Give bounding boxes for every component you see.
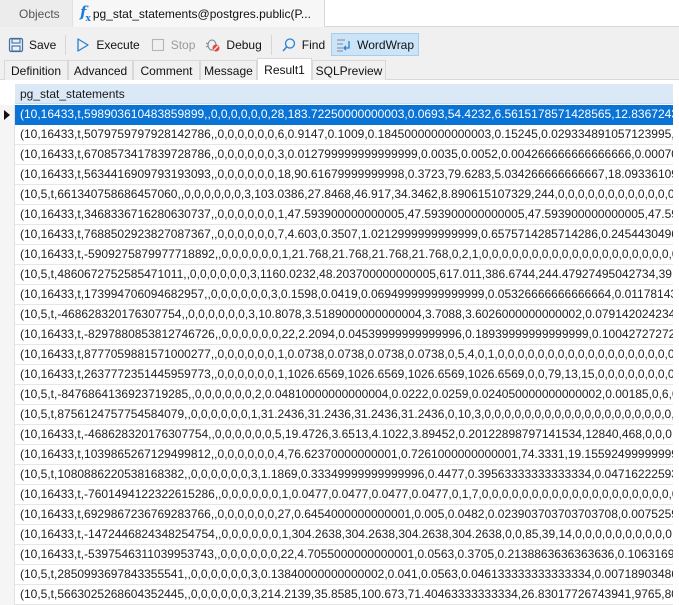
table-row[interactable]: (10,16433,t,-5397546311039953743,,0,0,0,… [15, 545, 673, 565]
table-row[interactable]: (10,16433,t,-8297880853812746726,,0,0,0,… [15, 325, 673, 345]
table-row[interactable]: (10,16433,t,7688502923827087367,,0,0,0,0… [15, 225, 673, 245]
document-tab-bar: Objects fx pg_stat_statements@postgres.p… [0, 0, 679, 28]
stop-label: Stop [170, 37, 196, 52]
tab-advanced[interactable]: Advanced [68, 60, 133, 80]
result-grid: pg_stat_statements (10,16433,t,598903610… [0, 80, 679, 605]
tab-result-1-label: Result1 [264, 62, 305, 77]
execute-button[interactable]: Execute [71, 33, 143, 56]
tab-result-1[interactable]: Result1 [257, 58, 312, 80]
tab-sql-preview[interactable]: SQLPreview [312, 60, 386, 80]
stop-button[interactable]: Stop [146, 33, 200, 56]
table-row[interactable]: (10,16433,t,-1472446824348254754,,0,0,0,… [15, 525, 673, 545]
save-button[interactable]: Save [4, 33, 60, 56]
editor-toolbar: Save Execute Stop Debug Find WordWrap [0, 31, 679, 58]
table-row[interactable]: (10,16433,t,6708573417839728786,,0,0,0,0… [15, 145, 673, 165]
toolbar-divider [65, 34, 67, 55]
tab-definition-label: Definition [10, 63, 62, 78]
editor-sub-tabs: Definition Advanced Comment Message Resu… [0, 58, 679, 80]
table-row[interactable]: (10,16433,t,-5909275879977718892,,0,0,0,… [15, 245, 673, 265]
column-header-label: pg_stat_statements [20, 86, 125, 101]
table-row[interactable]: (10,5,t,-468628320176307754,,0,0,0,0,0,0… [15, 305, 673, 325]
table-row[interactable]: (10,5,t,2850993697843355541,,0,0,0,0,0,0… [15, 565, 673, 585]
tab-comment-label: Comment [140, 63, 193, 78]
save-icon [8, 37, 24, 53]
function-icon: fx [80, 3, 91, 24]
table-row[interactable]: (10,5,t,5663025268604352445,,0,0,0,0,0,0… [15, 585, 673, 605]
table-row[interactable]: (10,5,t,-8476864136923719285,,0,0,0,0,0,… [15, 385, 673, 405]
table-row[interactable]: (10,16433,t,598903610483859899,,0,0,0,0,… [15, 105, 673, 125]
table-row[interactable]: (10,16433,t,3468336716280630737,,0,0,0,0… [15, 205, 673, 225]
row-indicator-gutter [0, 105, 15, 605]
table-row[interactable]: (10,5,t,8756124757754584079,,0,0,0,0,0,0… [15, 405, 673, 425]
table-row[interactable]: (10,5,t,4860672752585471011,,0,0,0,0,0,0… [15, 265, 673, 285]
result-rows: (10,16433,t,598903610483859899,,0,0,0,0,… [15, 105, 679, 605]
tab-query-editor[interactable]: fx pg_stat_statements@postgres.public(P.… [73, 0, 324, 27]
tab-objects-label: Objects [19, 6, 60, 21]
column-header-pg-stat-statements[interactable]: pg_stat_statements [15, 84, 673, 104]
table-row[interactable]: (10,16433,t,-7601494122322615286,,0,0,0,… [15, 485, 673, 505]
word-wrap-label: WordWrap [357, 37, 415, 52]
execute-label: Execute [96, 37, 140, 52]
table-row[interactable]: (10,16433,t,2637772351445959773,,0,0,0,0… [15, 365, 673, 385]
bug-icon [205, 37, 221, 53]
play-icon [75, 37, 91, 53]
tab-bar-empty-area [324, 0, 679, 27]
current-row-arrow-icon [4, 110, 10, 120]
table-row[interactable]: (10,5,t,661340758686457060,,0,0,0,0,0,0,… [15, 185, 673, 205]
tab-advanced-label: Advanced [73, 63, 128, 78]
table-row[interactable]: (10,5,t,1080886220538168382,,0,0,0,0,0,0… [15, 465, 673, 485]
find-button[interactable]: Find [277, 33, 329, 56]
table-row[interactable]: (10,16433,t,1039865267129499812,,0,0,0,0… [15, 445, 673, 465]
tab-objects[interactable]: Objects [0, 0, 73, 27]
save-label: Save [29, 37, 57, 52]
table-row[interactable]: (10,16433,t,8777059881571000277,,0,0,0,0… [15, 345, 673, 365]
grid-right-edge [673, 84, 679, 605]
tab-message-label: Message [204, 63, 253, 78]
table-row[interactable]: (10,16433,t,-468628320176307754,,0,0,0,0… [15, 425, 673, 445]
search-icon [281, 37, 297, 53]
tab-definition[interactable]: Definition [4, 60, 68, 80]
table-row[interactable]: (10,16433,t,5634416909793193093,,0,0,0,0… [15, 165, 673, 185]
table-row[interactable]: (10,16433,t,6929867236769283766,,0,0,0,0… [15, 505, 673, 525]
tab-comment[interactable]: Comment [133, 60, 200, 80]
find-label: Find [301, 37, 326, 52]
tab-sql-preview-label: SQLPreview [315, 63, 383, 78]
debug-label: Debug [226, 37, 262, 52]
table-row[interactable]: (10,16433,t,173994706094682957,,0,0,0,0,… [15, 285, 673, 305]
toolbar-divider [270, 34, 272, 55]
tab-message[interactable]: Message [200, 60, 257, 80]
debug-button[interactable]: Debug [201, 33, 265, 56]
table-row[interactable]: (10,16433,t,5079759797928142786,,0,0,0,0… [15, 125, 673, 145]
stop-icon [150, 37, 166, 53]
word-wrap-icon [336, 37, 352, 53]
word-wrap-toggle[interactable]: WordWrap [331, 33, 420, 56]
tab-query-editor-label: pg_stat_statements@postgres.public(P... [92, 6, 311, 21]
